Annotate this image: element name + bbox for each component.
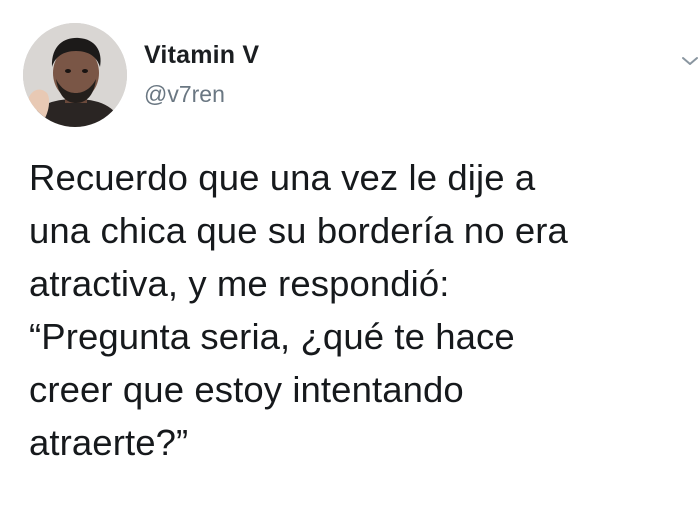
display-name[interactable]: Vitamin V — [144, 41, 259, 70]
tweet-card: Vitamin V @v7ren Recuerdo que una vez le… — [0, 0, 700, 507]
avatar-photo — [23, 23, 127, 127]
user-handle[interactable]: @v7ren — [144, 81, 225, 108]
avatar[interactable] — [23, 23, 127, 127]
tweet-text: Recuerdo que una vez le dije a una chica… — [29, 157, 568, 463]
chevron-down-icon[interactable] — [680, 54, 700, 68]
